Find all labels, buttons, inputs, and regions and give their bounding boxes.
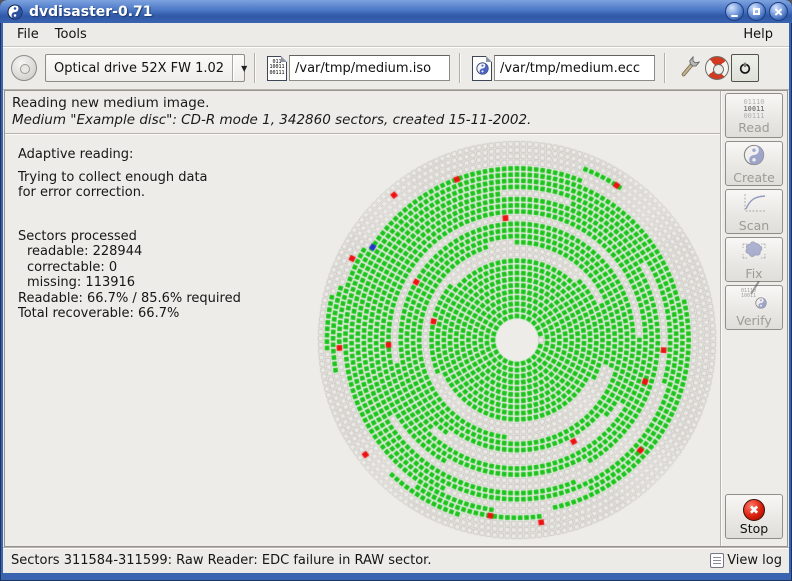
scan-button[interactable]: Scan xyxy=(725,189,783,234)
menu-file[interactable]: File xyxy=(9,25,47,44)
window-title: dvdisaster-0.71 xyxy=(29,4,722,20)
drive-selector-value: Optical drive 52X FW 1.02 xyxy=(46,61,232,76)
ecc-path-input[interactable] xyxy=(494,55,655,81)
drive-selector[interactable]: Optical drive 52X FW 1.02 ▼ xyxy=(45,54,245,82)
chevron-down-icon: ▼ xyxy=(234,64,254,73)
toolbar-separator xyxy=(254,53,256,83)
fix-splash-icon xyxy=(741,240,767,266)
stop-button[interactable]: ✖ Stop xyxy=(725,494,783,539)
quit-button[interactable] xyxy=(731,54,759,82)
menubar: File Tools Help xyxy=(3,23,789,47)
yinyang-create-icon xyxy=(743,144,765,170)
main-panel: Reading new medium image. Medium "Exampl… xyxy=(4,90,788,547)
mode-desc-line2: for error correction. xyxy=(18,185,241,201)
toolbar: Optical drive 52X FW 1.02 ▼ 011 10011 00… xyxy=(3,47,789,90)
stop-icon: ✖ xyxy=(743,499,765,521)
close-button[interactable] xyxy=(769,2,788,21)
missing-count: missing: 113916 xyxy=(18,275,241,291)
drive-button[interactable] xyxy=(9,53,39,83)
action-sidebar: 01110 10011 00111 Read xyxy=(720,91,787,546)
binary-read-icon: 01110 10011 00111 xyxy=(743,99,764,120)
iso-file-button[interactable]: 011 10011 00111 xyxy=(265,54,289,83)
ecc-file-icon xyxy=(472,56,492,81)
readable-count: readable: 228944 xyxy=(18,244,241,260)
maximize-icon xyxy=(753,8,760,15)
readable-percent: Readable: 66.7% / 85.6% required xyxy=(18,291,241,307)
recoverable-percent: Total recoverable: 66.7% xyxy=(18,306,241,322)
help-lifebelt-button[interactable] xyxy=(703,54,731,82)
iso-path-input[interactable] xyxy=(289,55,450,81)
minimize-icon xyxy=(731,15,738,17)
lifebelt-icon xyxy=(705,56,729,80)
menu-help[interactable]: Help xyxy=(735,25,781,44)
window-body: File Tools Help Optical drive 52X FW 1.0… xyxy=(3,23,789,573)
status-message: Sectors 311584-311599: Raw Reader: EDC f… xyxy=(11,553,431,568)
power-icon xyxy=(738,59,752,77)
view-log-button[interactable]: View log xyxy=(710,553,782,568)
scan-curve-icon xyxy=(741,193,767,218)
sector-spiral xyxy=(300,127,744,547)
toolbar-separator xyxy=(459,53,461,83)
correctable-count: correctable: 0 xyxy=(18,260,241,276)
mode-desc-line1: Trying to collect enough data xyxy=(18,170,241,186)
preferences-button[interactable] xyxy=(675,53,703,83)
action-title: Reading new medium image. xyxy=(12,94,713,112)
read-button[interactable]: 01110 10011 00111 Read xyxy=(725,93,783,138)
statusbar: Sectors 311584-311599: Raw Reader: EDC f… xyxy=(3,547,789,573)
app-window: dvdisaster-0.71 File Tools Help Optical … xyxy=(0,0,792,581)
yinyang-icon xyxy=(476,62,489,75)
log-icon xyxy=(710,553,724,568)
sectors-processed-label: Sectors processed xyxy=(18,229,241,245)
wrench-icon xyxy=(677,55,701,81)
menu-tools[interactable]: Tools xyxy=(47,25,95,44)
optical-disc-icon xyxy=(11,55,37,81)
ecc-file-button[interactable] xyxy=(470,54,494,83)
minimize-button[interactable] xyxy=(725,2,744,21)
verify-compare-icon: 01110 10011 xyxy=(741,289,767,313)
maximize-button[interactable] xyxy=(747,2,766,21)
app-logo-yinyang-icon xyxy=(7,4,23,20)
iso-image-icon: 011 10011 00111 xyxy=(267,56,287,81)
view-log-label: View log xyxy=(727,553,782,568)
titlebar: dvdisaster-0.71 xyxy=(0,0,792,23)
mode-label: Adaptive reading: xyxy=(18,147,241,163)
verify-button[interactable]: 01110 10011 Ver xyxy=(725,285,783,330)
create-button[interactable]: Create xyxy=(725,141,783,186)
reading-stats: Adaptive reading: Trying to collect enou… xyxy=(18,147,241,322)
toolbar-separator xyxy=(664,53,666,83)
fix-button[interactable]: Fix xyxy=(725,237,783,282)
